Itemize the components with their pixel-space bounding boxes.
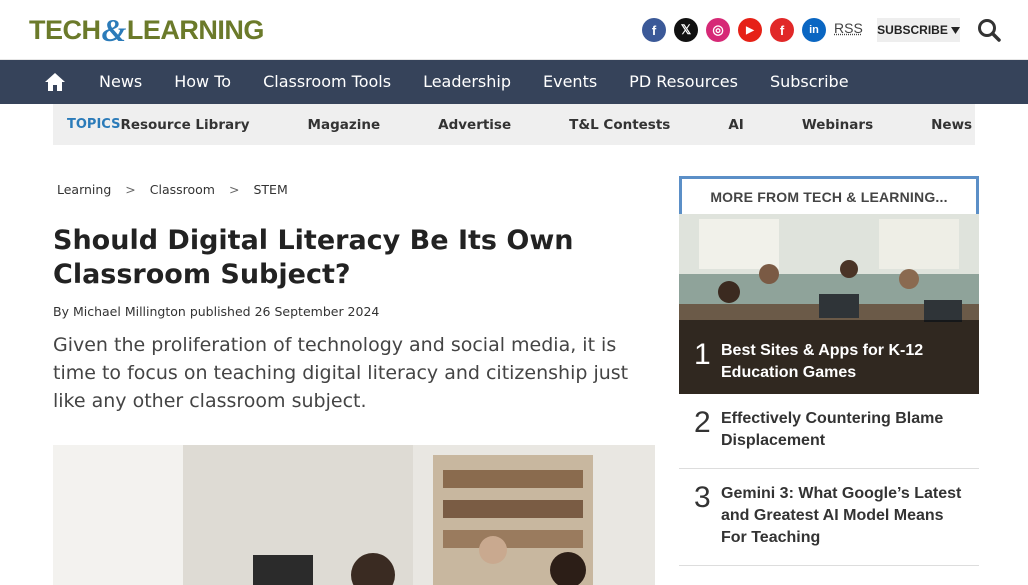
topic-resource-library[interactable]: Resource Library — [120, 117, 249, 133]
breadcrumb-learning[interactable]: Learning — [57, 182, 111, 197]
article-byline: By Michael Millington published 26 Septe… — [53, 304, 379, 319]
main-nav: News How To Classroom Tools Leadership E… — [0, 60, 1028, 104]
search-icon[interactable] — [976, 17, 1002, 43]
logo-text-tech: TECH — [29, 14, 101, 45]
logo-text-learning: LEARNING — [126, 14, 265, 45]
nav-item-subscribe[interactable]: Subscribe — [754, 60, 865, 104]
instagram-icon[interactable]: ◎ — [706, 18, 730, 42]
breadcrumb-stem[interactable]: STEM — [253, 182, 287, 197]
x-icon[interactable]: 𝕏 — [674, 18, 698, 42]
nav-item-events[interactable]: Events — [527, 60, 613, 104]
topic-magazine[interactable]: Magazine — [308, 117, 381, 133]
home-icon — [45, 73, 65, 91]
feature-caption: 1 Best Sites & Apps for K-12 Education G… — [679, 320, 979, 394]
more-from-sidebar: MORE FROM TECH & LEARNING... 1 Best Site… — [679, 176, 979, 566]
nav-item-pd-resources[interactable]: PD Resources — [613, 60, 754, 104]
nav-item-news[interactable]: News — [83, 60, 158, 104]
article-title: Should Digital Literacy Be Its Own Class… — [53, 225, 574, 290]
topic-ai[interactable]: AI — [728, 117, 743, 133]
subscribe-label: SUBSCRIBE — [877, 23, 948, 37]
nav-item-leadership[interactable]: Leadership — [407, 60, 527, 104]
author-link[interactable]: Michael Millington — [73, 304, 186, 319]
site-logo[interactable]: TECH & LEARNING — [29, 11, 265, 48]
sidebar-item-title: Best Sites & Apps for K-12 Education Gam… — [721, 342, 924, 381]
topic-news-signup[interactable]: News Sig — [931, 117, 975, 133]
home-button[interactable] — [27, 60, 83, 104]
breadcrumb-separator: > — [229, 182, 240, 197]
breadcrumb: Learning > Classroom > STEM — [57, 182, 288, 197]
sidebar-list-item[interactable]: 3 Gemini 3: What Google’s Latest and Gre… — [679, 469, 979, 566]
byline-prefix: By — [53, 304, 69, 319]
social-links: f 𝕏 ◎ ▶ f in — [642, 18, 826, 42]
flipboard-icon[interactable]: f — [770, 18, 794, 42]
nav-item-classroom-tools[interactable]: Classroom Tools — [247, 60, 407, 104]
sidebar-item-title: Gemini 3: What Google’s Latest and Great… — [721, 485, 962, 546]
site-header: TECH & LEARNING f 𝕏 ◎ ▶ f in RSS SUBSCRIBE — [0, 0, 1028, 60]
sidebar-list-item[interactable]: 2 Effectively Countering Blame Displacem… — [679, 394, 979, 469]
breadcrumb-separator: > — [125, 182, 136, 197]
published-label: published — [189, 304, 251, 319]
sidebar-feature-item[interactable]: 1 Best Sites & Apps for K-12 Education G… — [679, 214, 979, 394]
topics-bar: TOPICS Resource Library Magazine Adverti… — [53, 104, 975, 145]
subscribe-dropdown-button[interactable]: SUBSCRIBE — [877, 18, 960, 42]
rank-number: 2 — [694, 406, 711, 439]
chevron-down-icon — [950, 26, 960, 34]
breadcrumb-classroom[interactable]: Classroom — [150, 182, 215, 197]
sidebar-heading: MORE FROM TECH & LEARNING... — [679, 176, 979, 214]
topic-tl-contests[interactable]: T&L Contests — [569, 117, 670, 133]
rss-link[interactable]: RSS — [834, 20, 863, 36]
facebook-icon[interactable]: f — [642, 18, 666, 42]
article-dek: Given the proliferation of technology an… — [53, 334, 629, 412]
topic-advertise[interactable]: Advertise — [438, 117, 511, 133]
youtube-icon[interactable]: ▶ — [738, 18, 762, 42]
logo-ampersand: & — [101, 11, 127, 48]
publish-date: 26 September 2024 — [254, 304, 380, 319]
rank-number: 1 — [694, 338, 711, 371]
nav-item-how-to[interactable]: How To — [158, 60, 247, 104]
article-hero-image — [53, 445, 655, 585]
sidebar-item-title: Effectively Countering Blame Displacemen… — [721, 410, 944, 449]
linkedin-icon[interactable]: in — [802, 18, 826, 42]
topic-webinars[interactable]: Webinars — [802, 117, 873, 133]
topics-label: TOPICS — [67, 117, 121, 132]
rank-number: 3 — [694, 481, 711, 514]
